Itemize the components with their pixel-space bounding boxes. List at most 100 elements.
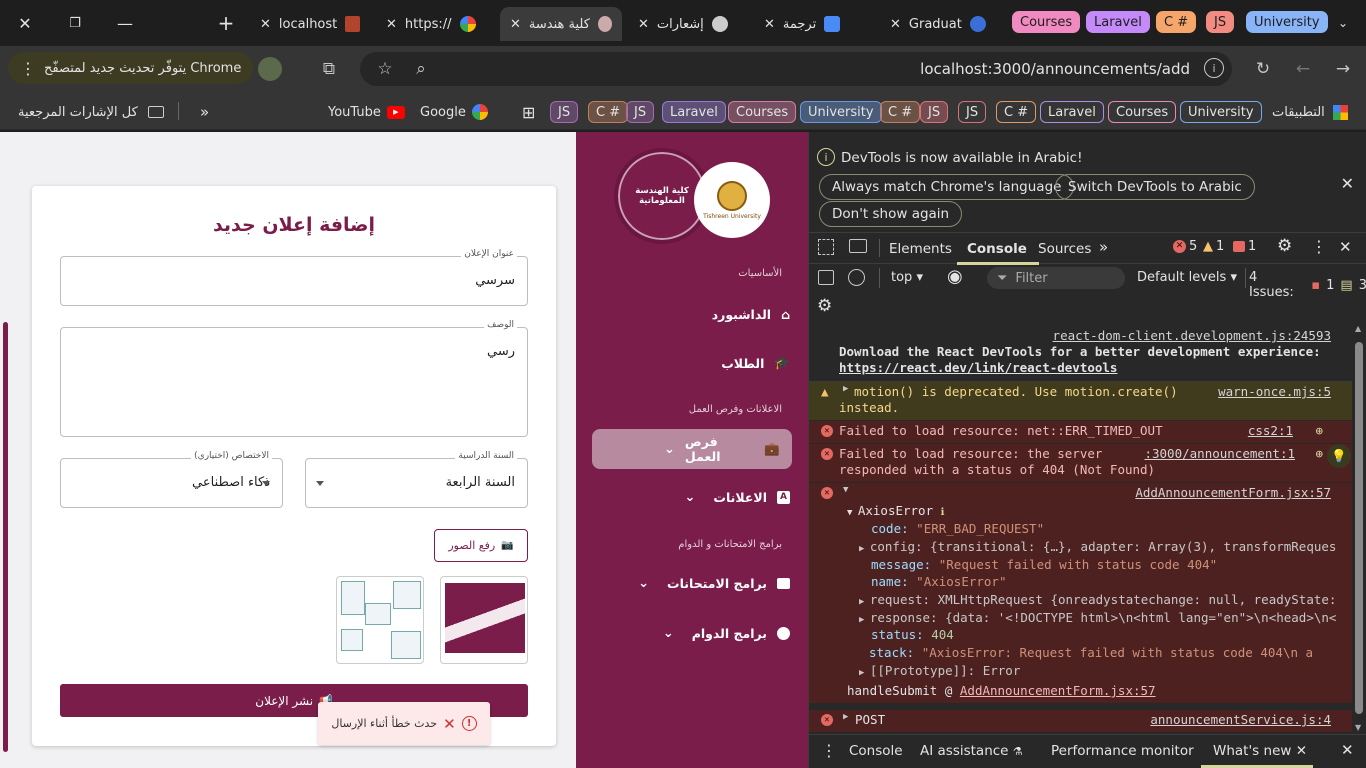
nav-students[interactable]: الطلاب 🎓 (721, 343, 790, 383)
source-link[interactable]: announcementService.js:4 (1150, 712, 1331, 727)
network-icon[interactable]: ⊕ (1315, 423, 1323, 438)
expand-arrow-icon[interactable]: ▶ (843, 384, 848, 394)
scrollbar-thumb[interactable] (3, 322, 8, 752)
minimize-window-icon[interactable]: — (112, 10, 138, 36)
kebab-menu-icon[interactable]: ⋮ (1311, 237, 1327, 256)
match-language-button[interactable]: Always match Chrome's language (819, 174, 1075, 200)
tab-sources[interactable]: Sources (1038, 241, 1091, 257)
bookmark-folder[interactable]: JS (626, 101, 655, 123)
context-selector[interactable]: top ▾ (891, 270, 923, 285)
close-tab-icon[interactable]: ✕ (510, 17, 521, 32)
url-text[interactable]: localhost:3000/announcements/add (920, 60, 1190, 78)
dont-show-again-button[interactable]: Don't show again (819, 201, 963, 227)
drawer-tab-console[interactable]: Console (849, 743, 903, 759)
device-toolbar-icon[interactable] (849, 239, 867, 253)
expand-arrow-icon[interactable]: ▶ (843, 712, 848, 722)
tab-search-icon[interactable]: ⌄ (1330, 10, 1356, 36)
switch-arabic-button[interactable]: Switch DevTools to Arabic (1055, 174, 1255, 200)
tab-elements[interactable]: Elements (889, 241, 952, 257)
bookmark-folder[interactable]: Courses (728, 101, 797, 123)
prop-response[interactable]: ▶ response: {data: '<!DOCTYPE html>\n<ht… (859, 610, 1336, 625)
close-drawer-icon[interactable]: ✕ (1341, 741, 1354, 759)
issues-button[interactable]: 4 Issues: ▪ 1 ▤ 3 (1249, 270, 1366, 300)
year-select[interactable]: السنة الدراسية السنة الرابعة (305, 451, 528, 508)
close-tab-icon[interactable]: ✕ (386, 17, 397, 32)
title-field[interactable]: عنوان الإعلان سرسي (60, 249, 528, 306)
tab-notifications[interactable]: ✕ إشعارات (628, 7, 748, 41)
tab-group-university[interactable]: University (1246, 11, 1328, 33)
bookmark-folder[interactable]: University (800, 101, 882, 123)
tab-group-csharp[interactable]: C # (1156, 11, 1197, 33)
all-bookmarks-button[interactable]: كل الإشارات المرجعية (10, 101, 172, 123)
live-expression-eye-icon[interactable]: ◉ (947, 266, 963, 287)
more-tabs-chevron-icon[interactable]: » (1099, 238, 1108, 256)
info-count-badge[interactable]: 1 (1233, 239, 1256, 254)
bookmark-google[interactable]: Google (412, 101, 496, 123)
reload-icon[interactable]: ↻ (1252, 58, 1274, 80)
bookmark-folder[interactable]: C # (880, 101, 921, 123)
source-link[interactable]: react-dom-client.development.js:24593 (1053, 328, 1331, 343)
console-settings-gear-icon[interactable]: ⚙ (817, 296, 832, 316)
new-tab-icon[interactable]: + (213, 10, 239, 36)
close-tab-icon[interactable]: ✕ (638, 17, 649, 32)
close-banner-icon[interactable]: ✕ (1341, 174, 1354, 193)
description-field[interactable]: الوصف رسي (60, 320, 528, 437)
network-icon[interactable]: ⊕ (1315, 446, 1323, 461)
collapse-arrow-icon[interactable]: ▼ (843, 485, 848, 495)
bookmark-folder[interactable]: Laravel (1040, 101, 1104, 123)
error-count-badge[interactable]: ✕ 5 (1173, 239, 1197, 254)
scroll-down-icon[interactable]: ▼ (1355, 723, 1361, 732)
close-tab-icon[interactable]: ✕ (1296, 743, 1307, 759)
tab-translate[interactable]: ✕ ترجمة (754, 7, 874, 41)
extensions-icon[interactable]: ⧉ (318, 58, 340, 80)
tab-active[interactable]: ✕ كلية هندسة (500, 7, 622, 41)
bookmark-star-icon[interactable]: ☆ (374, 58, 396, 80)
specialization-select[interactable]: الاختصاص (اختياري) ذكاء اصطناعي (60, 451, 283, 508)
page-scrollbar[interactable] (0, 132, 10, 768)
tab-group-js[interactable]: JS (1206, 11, 1235, 33)
bookmark-folder[interactable]: University (1180, 101, 1262, 123)
address-bar[interactable]: ☆ ⌕ localhost:3000/announcements/add i (360, 52, 1232, 86)
sidebar-toggle-icon[interactable] (818, 270, 834, 285)
close-window-icon[interactable]: ✕ (12, 10, 38, 36)
scroll-up-icon[interactable]: ▲ (1355, 324, 1361, 333)
bookmark-youtube[interactable]: YouTube ▶ (320, 101, 413, 123)
bookmark-folder[interactable]: C # (588, 101, 629, 123)
back-icon[interactable]: → (1332, 58, 1354, 80)
chrome-update-button[interactable]: ⋮ يتوفّر تحديث جديد لمتصفّح Chrome (8, 52, 254, 84)
drawer-tab-whats-new[interactable]: What's new ✕ (1213, 743, 1307, 759)
apps-button[interactable]: التطبيقات (1264, 101, 1356, 123)
devtools-link[interactable]: https://react.dev/link/react-devtools (839, 360, 1117, 375)
drawer-tab-ai[interactable]: AI assistance ⚗ (920, 743, 1023, 759)
source-link[interactable]: css2:1 (1248, 423, 1293, 438)
scrollbar-thumb[interactable] (1355, 342, 1363, 714)
search-icon[interactable]: ⌕ (410, 58, 432, 80)
filter-input[interactable]: ⏷ Filter (987, 267, 1125, 289)
close-tab-icon[interactable]: ✕ (260, 17, 271, 32)
inspect-element-icon[interactable] (818, 239, 834, 255)
source-link[interactable]: AddAnnouncementForm.jsx:57 (960, 683, 1156, 698)
tab-console[interactable]: Console (967, 241, 1027, 257)
uploaded-image-thumbnail[interactable] (336, 576, 424, 664)
warning-count-badge[interactable]: ▲ 1 (1203, 239, 1224, 254)
clear-console-icon[interactable] (848, 269, 865, 286)
close-toast-icon[interactable]: ✕ (443, 715, 456, 733)
source-link[interactable]: :3000/announcement:1 (1144, 446, 1295, 461)
bookmark-folder[interactable]: JS (550, 101, 579, 123)
nav-announcements[interactable]: ⌄ الاعلانات A (685, 477, 790, 517)
tab-https[interactable]: ✕ https:// (376, 7, 496, 41)
log-levels-dropdown[interactable]: Default levels ▾ (1137, 270, 1237, 285)
nav-dashboard[interactable]: الداشبورد ⌂ (712, 294, 790, 334)
site-info-icon[interactable]: i (1204, 58, 1224, 78)
bookmark-folder[interactable]: JS (958, 101, 987, 123)
restore-window-icon[interactable]: ❐ (62, 10, 88, 36)
source-link[interactable]: AddAnnouncementForm.jsx:57 (1135, 485, 1331, 500)
bookmark-folder[interactable]: Courses (1108, 101, 1177, 123)
prop-request[interactable]: ▶ request: XMLHttpRequest {onreadystatec… (859, 592, 1336, 607)
drawer-tab-performance[interactable]: Performance monitor (1051, 743, 1194, 759)
bookmark-folder[interactable]: JS (920, 101, 949, 123)
console-scrollbar[interactable]: ▲ ▼ (1352, 324, 1366, 732)
tab-group-courses[interactable]: Courses (1012, 11, 1081, 33)
axios-error-header[interactable]: ▼ AxiosError ℹ (847, 503, 944, 518)
bookmark-folder[interactable]: C # (996, 101, 1037, 123)
